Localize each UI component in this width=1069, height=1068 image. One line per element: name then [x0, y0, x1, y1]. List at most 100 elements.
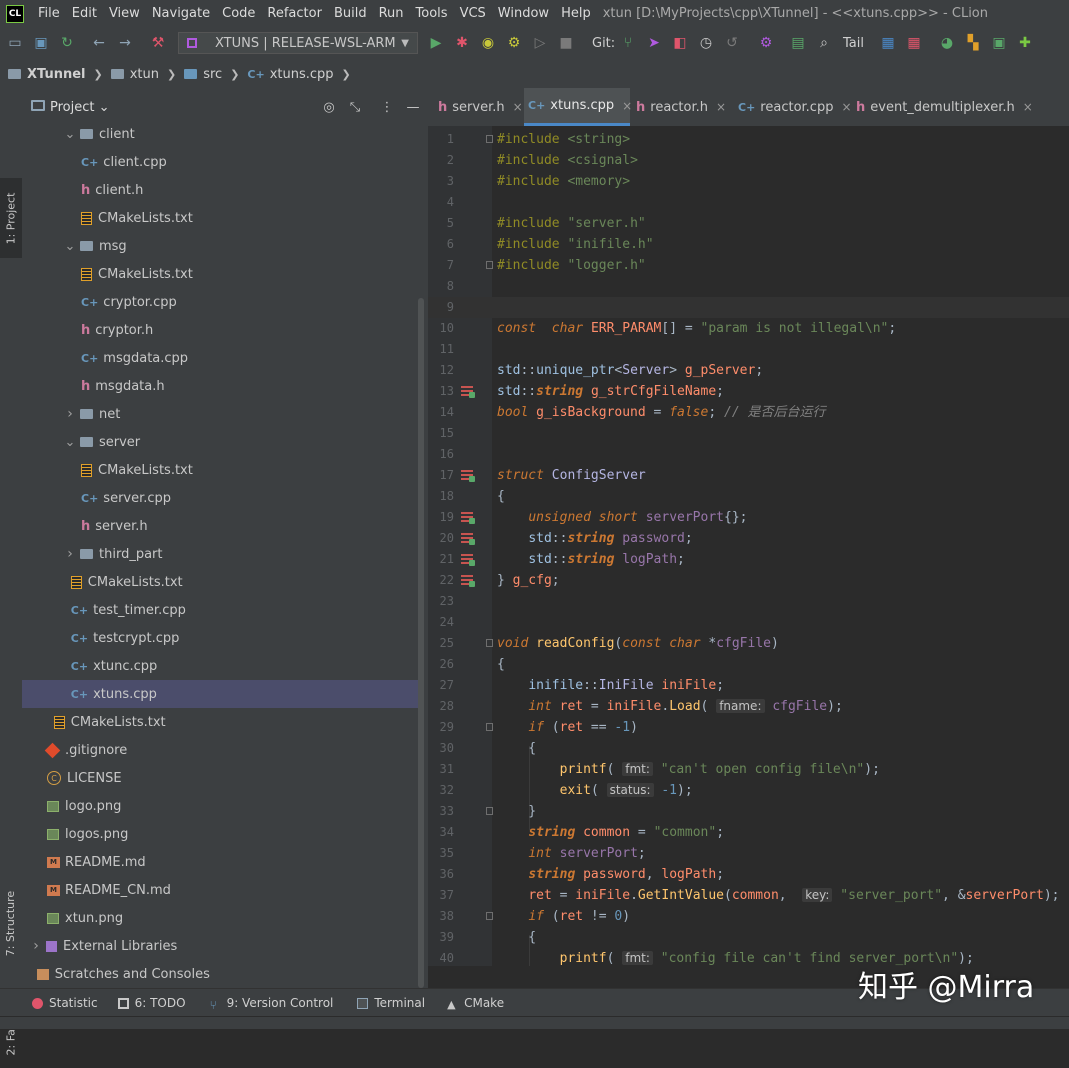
tree-file[interactable]: C+ cryptor.cpp [22, 288, 422, 316]
tree-file[interactable]: C+ server.cpp [22, 484, 422, 512]
tree-file[interactable]: CMakeLists.txt [22, 456, 422, 484]
chevron-right-icon[interactable]: › [64, 546, 76, 562]
settings-gear-icon[interactable]: ⚙ [756, 33, 776, 53]
tree-file[interactable]: CMakeLists.txt [22, 708, 422, 736]
forward-arrow-icon[interactable]: → [115, 33, 135, 53]
resume-icon[interactable]: ▷ [530, 33, 550, 53]
tree-file[interactable]: logos.png [22, 820, 422, 848]
statistic-tool-button[interactable]: Statistic [32, 996, 98, 1010]
open-folder-icon[interactable]: ▭ [5, 33, 25, 53]
tree-file[interactable]: .gitignore [22, 736, 422, 764]
menu-refactor[interactable]: Refactor [261, 6, 328, 21]
chevron-down-icon[interactable]: ⌄ [64, 239, 76, 254]
code-editor[interactable]: 1 #include <string> 2 #include <csignal> 3 #i… [428, 126, 1069, 966]
go-to-declaration-gutter-icon[interactable] [461, 386, 475, 398]
fold-marker-icon[interactable] [486, 912, 493, 920]
tree-folder[interactable]: › net [22, 400, 422, 428]
chevron-down-icon[interactable]: ⌄ [64, 435, 76, 450]
build-hammer-icon[interactable]: ⚒ [148, 33, 168, 53]
save-all-icon[interactable]: ▣ [31, 33, 51, 53]
menu-run[interactable]: Run [373, 6, 410, 21]
editor-tab[interactable]: C+ xtuns.cpp × [524, 88, 632, 126]
tree-file[interactable]: CMakeLists.txt [22, 568, 422, 596]
structure-tool-tab[interactable]: 7: Structure [0, 878, 22, 968]
tree-folder[interactable]: ⌄ msg [22, 232, 422, 260]
menu-help[interactable]: Help [555, 6, 597, 21]
tree-file[interactable]: CMakeLists.txt [22, 260, 422, 288]
version-control-tool-button[interactable]: ⑂ 9: Version Control [210, 996, 334, 1012]
editor-tab[interactable]: C+ reactor.cpp × [734, 88, 852, 126]
menu-edit[interactable]: Edit [66, 6, 103, 21]
todo-tool-button[interactable]: 6: TODO [117, 996, 186, 1010]
cmake-tool-button[interactable]: ▲ CMake [447, 996, 504, 1011]
git-compare-icon[interactable]: ◧ [670, 33, 690, 53]
close-tab-icon[interactable]: × [1023, 100, 1033, 114]
chevron-right-icon[interactable]: › [64, 406, 76, 422]
tree-file[interactable]: h msgdata.h [22, 372, 422, 400]
google-translate-icon[interactable]: ▦ [904, 33, 924, 53]
chevron-down-icon[interactable]: ⌄ [64, 127, 76, 142]
back-arrow-icon[interactable]: ← [89, 33, 109, 53]
close-tab-icon[interactable]: × [841, 100, 851, 114]
locate-target-icon[interactable]: ◎ [320, 98, 338, 116]
close-tab-icon[interactable]: × [716, 100, 726, 114]
go-to-declaration-gutter-icon[interactable] [461, 554, 475, 566]
search-icon[interactable]: ⌕ [814, 33, 834, 53]
breadcrumb-src[interactable]: src ❯ [184, 67, 239, 82]
menu-navigate[interactable]: Navigate [146, 6, 216, 21]
project-view-select[interactable]: Project ⌄ [50, 100, 110, 115]
tree-file[interactable]: h client.h [22, 176, 422, 204]
fold-marker-icon[interactable] [486, 135, 493, 143]
terminal-icon[interactable]: ▤ [788, 33, 808, 53]
tree-file[interactable]: Scratches and Consoles [22, 960, 422, 988]
tree-folder[interactable]: ⌄ client [22, 120, 422, 148]
editor-tab[interactable]: h server.h × [434, 88, 524, 126]
project-tool-tab[interactable]: 1: Project [0, 178, 22, 258]
chevron-right-icon[interactable]: › [30, 938, 42, 954]
plugin-icon[interactable]: ✚ [1015, 33, 1035, 53]
go-to-declaration-gutter-icon[interactable] [461, 470, 475, 482]
code-with-me-icon[interactable]: ◕ [937, 33, 957, 53]
tail-label[interactable]: Tail [843, 36, 864, 51]
sync-icon[interactable]: ↻ [57, 33, 77, 53]
tree-file[interactable]: M README.md [22, 848, 422, 876]
git-push-icon[interactable]: ➤ [644, 33, 664, 53]
tree-file[interactable]: h server.h [22, 512, 422, 540]
tree-file[interactable]: M README_CN.md [22, 876, 422, 904]
editor-tab[interactable]: h reactor.h × [632, 88, 736, 126]
project-scrollbar[interactable] [418, 298, 424, 988]
terminal-tool-button[interactable]: Terminal [357, 996, 425, 1010]
tree-folder[interactable]: › third_part [22, 540, 422, 568]
stop-icon[interactable]: ■ [556, 33, 576, 53]
breadcrumb-xtunnel[interactable]: XTunnel ❯ [8, 67, 103, 82]
breadcrumb-xtun[interactable]: xtun ❯ [110, 67, 176, 82]
fold-marker-icon[interactable] [486, 261, 493, 269]
go-to-declaration-gutter-icon[interactable] [461, 533, 475, 545]
close-tab-icon[interactable]: × [622, 99, 632, 113]
fold-marker-icon[interactable] [486, 639, 493, 647]
tree-file[interactable]: C+ client.cpp [22, 148, 422, 176]
menu-build[interactable]: Build [328, 6, 373, 21]
menu-code[interactable]: Code [216, 6, 261, 21]
breadcrumb-xtuns-cpp[interactable]: C+ xtuns.cpp ❯ [247, 67, 350, 82]
menu-file[interactable]: File [32, 6, 66, 21]
tree-file[interactable]: C+ msgdata.cpp [22, 344, 422, 372]
rollback-icon[interactable]: ↺ [722, 33, 742, 53]
layout-icon[interactable]: ▚ [963, 33, 983, 53]
tree-folder[interactable]: ⌄ server [22, 428, 422, 456]
hide-panel-icon[interactable]: — [404, 98, 422, 116]
more-options-icon[interactable]: ⋮ [378, 98, 396, 116]
menu-view[interactable]: View [103, 6, 146, 21]
editor-tab[interactable]: h event_demultiplexer.h × [852, 88, 1033, 126]
fold-marker-icon[interactable] [486, 723, 493, 731]
go-to-declaration-gutter-icon[interactable] [461, 575, 475, 587]
run-configuration-select[interactable]: XTUNS | RELEASE-WSL-ARM ▼ [178, 32, 418, 54]
tree-file[interactable]: C LICENSE [22, 764, 422, 792]
translate-icon[interactable]: ▦ [878, 33, 898, 53]
tree-file[interactable]: logo.png [22, 792, 422, 820]
collapse-all-icon[interactable]: ⤡ [346, 98, 364, 116]
tree-file[interactable]: xtun.png [22, 904, 422, 932]
tree-file[interactable]: C+ xtunc.cpp [22, 652, 422, 680]
tree-file[interactable]: CMakeLists.txt [22, 204, 422, 232]
presentation-icon[interactable]: ▣ [989, 33, 1009, 53]
